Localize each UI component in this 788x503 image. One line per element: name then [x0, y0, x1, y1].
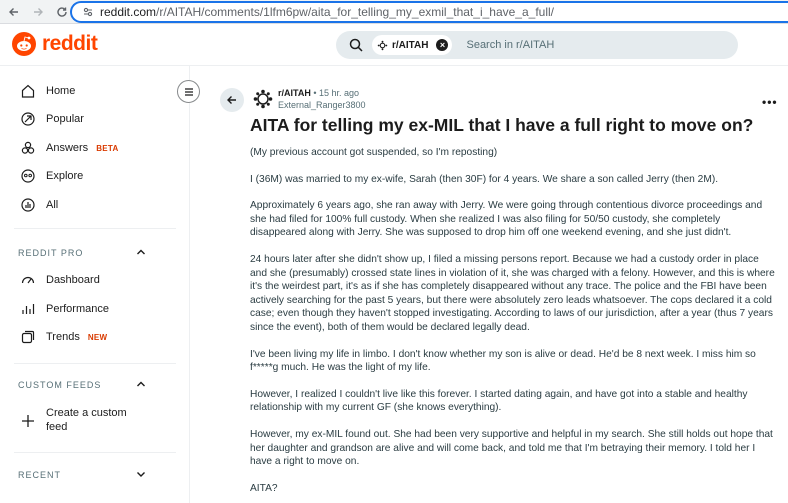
sidebar-item-label: Popular [46, 113, 84, 125]
address-bar[interactable]: reddit.com/r/AITAH/comments/1lfm6pw/aita… [70, 1, 788, 23]
left-sidebar: Home Popular Answers BETA Explore All RE… [0, 66, 190, 503]
create-feed-line: feed [46, 421, 68, 433]
sidebar-item-label: Dashboard [46, 274, 100, 286]
sidebar-item-answers[interactable]: Answers BETA [20, 137, 119, 159]
post-paragraph: However, I realized I couldn't live like… [250, 388, 748, 414]
create-feed-line: Create a custom [46, 407, 127, 419]
chevron-up-icon[interactable] [136, 247, 146, 257]
sidebar-item-all[interactable]: All [20, 194, 58, 216]
sidebar-item-dashboard[interactable]: Dashboard [20, 269, 100, 291]
search-scope-chip[interactable]: r/AITAH × [372, 35, 453, 55]
browser-toolbar: reddit.com/r/AITAH/comments/1lfm6pw/aita… [0, 0, 788, 24]
logo-wordmark: reddit [42, 32, 98, 55]
post-paragraph: (My previous account got suspended, so I… [250, 147, 498, 158]
chevron-up-icon[interactable] [136, 379, 146, 389]
menu-icon [184, 87, 193, 96]
sidebar-divider [14, 228, 176, 229]
new-badge: NEW [87, 332, 108, 342]
sidebar-divider [14, 363, 176, 364]
trends-icon [21, 330, 35, 344]
beta-badge: BETA [96, 143, 119, 153]
create-custom-feed-button[interactable]: Create a custom feed [20, 406, 127, 436]
search-input[interactable]: Search in r/AITAH [466, 39, 554, 51]
sidebar-item-label: Trends [46, 331, 80, 343]
recent-heading: RECENT [18, 470, 62, 480]
search-icon [348, 37, 364, 53]
reddit-pro-heading: REDDIT PRO [18, 248, 84, 258]
url-host: reddit.com [100, 5, 157, 19]
post-paragraph: 24 hours later after she didn't show up,… [250, 253, 775, 333]
sidebar-item-label: Home [46, 85, 76, 97]
collapse-sidebar-button[interactable] [177, 80, 200, 103]
answers-icon [21, 141, 35, 154]
custom-feeds-heading: CUSTOM FEEDS [18, 380, 102, 390]
sidebar-divider [14, 452, 176, 453]
post-body: (My previous account got suspended, so I… [250, 146, 778, 503]
arrow-left-icon [227, 96, 236, 104]
chevron-down-icon[interactable] [136, 469, 146, 479]
url-path: /r/AITAH/comments/1lfm6pw/aita_for_telli… [156, 5, 554, 19]
all-icon [21, 198, 35, 212]
forward-arrow-icon[interactable] [28, 2, 48, 22]
sidebar-item-home[interactable]: Home [20, 80, 75, 102]
subreddit-icon [377, 40, 388, 50]
post-title: AITA for telling my ex-MIL that I have a… [250, 115, 754, 135]
post-paragraph: I've been living my life in limbo. I don… [250, 348, 756, 374]
post-paragraph: I (36M) was married to my ex-wife, Sarah… [250, 173, 719, 185]
popular-icon [21, 112, 35, 126]
search-scope-label: r/AITAH [392, 39, 429, 51]
clear-scope-icon[interactable]: × [436, 39, 449, 51]
sidebar-item-popular[interactable]: Popular [20, 108, 84, 130]
plus-icon [22, 415, 34, 427]
subreddit-avatar-icon[interactable] [252, 88, 274, 110]
reddit-logo[interactable]: reddit [12, 32, 98, 56]
back-arrow-icon[interactable] [4, 2, 24, 22]
reload-icon[interactable] [52, 2, 72, 22]
post-paragraph: However, my ex-MIL found out. She had be… [250, 428, 773, 468]
home-icon [21, 84, 35, 98]
sidebar-item-label: All [46, 199, 59, 211]
site-info-icon[interactable] [82, 6, 94, 18]
post-meta: r/AITAH • 15 hr. ago [278, 88, 359, 98]
post-paragraph: AITA? [250, 482, 278, 494]
post-paragraph: Approximately 6 years ago, she ran away … [250, 200, 763, 239]
meta-separator: • [310, 88, 319, 98]
sidebar-item-label: Answers [46, 142, 89, 154]
snoo-icon [12, 32, 36, 56]
search-bar[interactable]: r/AITAH × Search in r/AITAH [336, 31, 738, 59]
post-time: 15 hr. ago [319, 88, 360, 98]
back-button[interactable] [220, 88, 244, 112]
sidebar-item-performance[interactable]: Performance [20, 298, 109, 320]
sidebar-item-label: Performance [46, 303, 109, 315]
create-feed-label: Create a custom feed [46, 406, 127, 434]
explore-icon [21, 169, 35, 183]
performance-icon [22, 304, 35, 314]
sidebar-item-explore[interactable]: Explore [20, 165, 83, 187]
author-link[interactable]: External_Ranger3800 [278, 100, 366, 110]
more-options-button[interactable]: ••• [762, 95, 778, 109]
site-header: reddit r/AITAH × Search in r/AITAH [0, 24, 788, 66]
dashboard-icon [21, 276, 35, 284]
subreddit-link[interactable]: r/AITAH [278, 88, 311, 98]
sidebar-item-label: Explore [46, 170, 84, 182]
sidebar-item-trends[interactable]: Trends NEW [20, 326, 107, 348]
